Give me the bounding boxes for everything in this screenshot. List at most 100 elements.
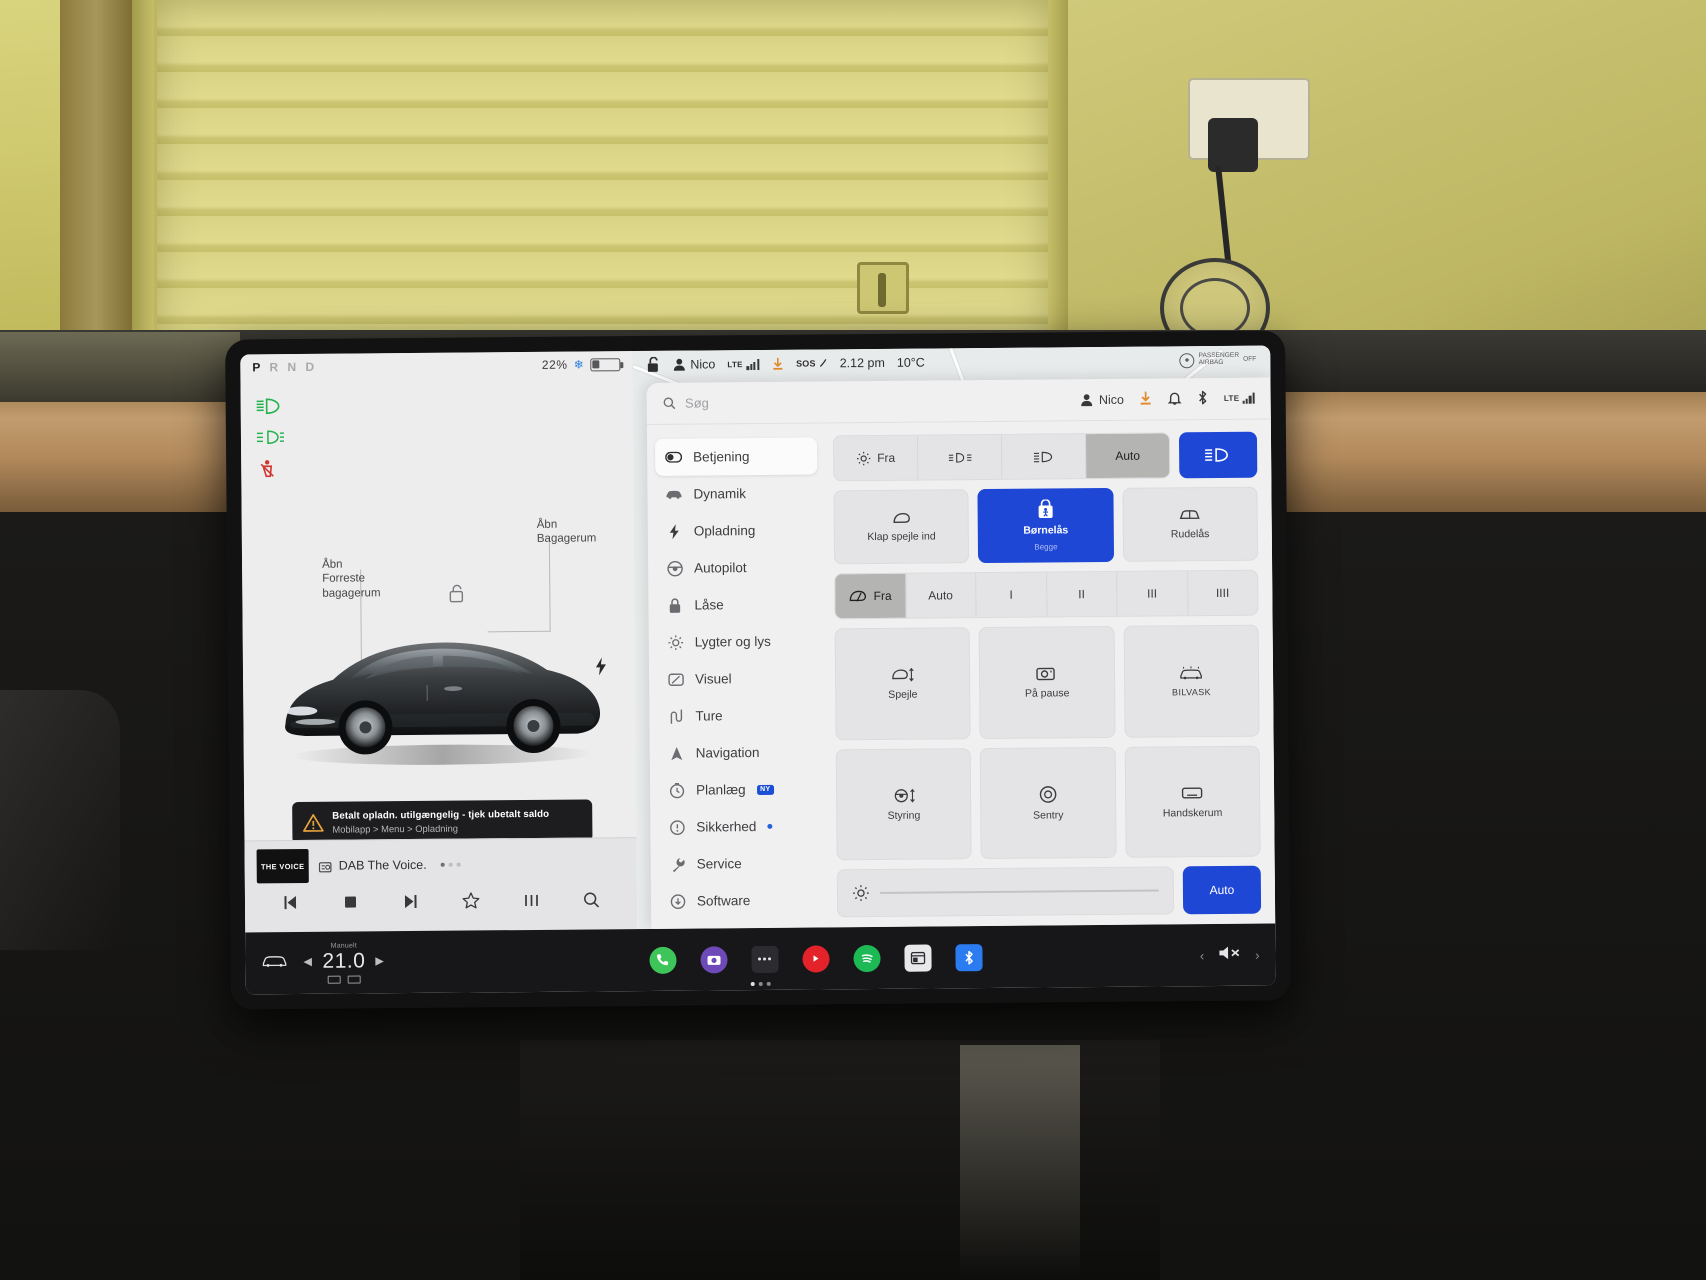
sidebar-item-label: Navigation (695, 744, 760, 761)
camera-app[interactable] (699, 945, 728, 974)
stop-icon[interactable] (341, 892, 360, 916)
light-auto-button[interactable]: Auto (1085, 433, 1170, 479)
temp-increase-icon[interactable]: ▶ (375, 954, 384, 967)
glovebox-button[interactable]: Handskerum (1124, 745, 1261, 858)
frunk-callout[interactable]: Åbn Forreste bagagerum (322, 557, 381, 601)
bluetooth-icon[interactable] (1197, 390, 1209, 408)
brightness-track[interactable] (879, 889, 1159, 894)
fold-mirrors-label: Klap spejle ind (867, 530, 936, 544)
profile-indicator[interactable]: Nico (672, 357, 716, 372)
wiper-speed-4-button[interactable]: IIII (1188, 571, 1258, 616)
wiper-speed-2-label: II (1078, 587, 1085, 602)
exclamation-circle-icon (668, 819, 685, 836)
sidebar-item-ture[interactable]: Ture (657, 696, 819, 734)
media-track-title-wrap[interactable]: DAB The Voice. (318, 858, 427, 873)
sidebar-item-software[interactable]: Software (659, 881, 821, 919)
wiper-speed-1-button[interactable]: I (976, 572, 1048, 618)
brightness-auto-button[interactable]: Auto (1182, 865, 1262, 915)
search-icon[interactable] (581, 890, 600, 914)
profile-name: Nico (690, 357, 716, 372)
wrench-icon (669, 856, 686, 873)
sidebar-item-sikkerhed[interactable]: Sikkerhed (658, 807, 820, 845)
sidebar-item-visuel[interactable]: Visuel (657, 659, 819, 697)
download-arrow-icon[interactable] (1139, 390, 1153, 408)
tesla-touchscreen[interactable]: P R N D 22% ❄ Åbn Forreste bagagerum Åbn… (240, 345, 1276, 995)
sos-button[interactable]: SOS (796, 358, 828, 369)
prev-track-icon[interactable] (281, 893, 300, 917)
settings-panel: Nico (646, 377, 1276, 929)
phone-app[interactable] (648, 946, 677, 974)
fold-mirrors-button[interactable]: Klap spejle ind (833, 489, 970, 565)
sidebar-item-opladning[interactable]: Opladning (656, 511, 818, 549)
sidebar-item-label: Ture (695, 708, 723, 724)
browser-app[interactable] (903, 944, 932, 972)
volume-prev-chevron[interactable]: ‹ (1200, 948, 1204, 963)
more-apps[interactable] (750, 945, 779, 973)
favorite-star-icon[interactable] (461, 890, 481, 915)
dashcam-pause-button[interactable]: På pause (978, 625, 1116, 739)
album-art: THE VOICE (256, 848, 309, 884)
signal-bars-icon (746, 358, 760, 370)
window-lock-icon (1180, 510, 1201, 520)
mirrors-adjust-button[interactable]: Spejle (834, 627, 971, 740)
trunk-callout[interactable]: Åbn Bagagerum (537, 517, 597, 546)
dots-icon (758, 957, 772, 961)
settings-nav[interactable]: Betjening Dynamik Opladning Autopilot Lå… (647, 423, 829, 929)
dock-page-dots[interactable] (750, 981, 771, 987)
wiper-auto-button[interactable]: Auto (905, 573, 977, 618)
mute-icon[interactable] (1217, 943, 1242, 966)
high-beam-icon (1205, 448, 1228, 462)
car-wash-mode-button[interactable]: BILVASK (1123, 624, 1260, 738)
settings-profile[interactable]: Nico (1080, 392, 1124, 407)
sentry-mode-button[interactable]: Sentry (980, 746, 1117, 860)
download-arrow-icon[interactable] (771, 357, 784, 371)
trunk-callout-line2: Bagagerum (536, 532, 597, 546)
clock[interactable]: 2.12 pm (840, 356, 885, 370)
park-lights-button[interactable] (917, 434, 1003, 480)
climate-control[interactable]: Manuelt ◀ 21.0 ▶ (303, 942, 384, 984)
seat-icon[interactable] (327, 975, 341, 984)
sidebar-item-navigation[interactable]: Navigation (658, 733, 820, 771)
light-off-button[interactable]: Fra (833, 435, 919, 481)
wiper-speed-3-button[interactable]: III (1117, 571, 1189, 616)
wiper-segment[interactable]: Fra Auto I II III IIII (834, 569, 1259, 620)
next-track-icon[interactable] (401, 891, 420, 915)
display-icon (667, 671, 684, 688)
search-input[interactable] (684, 394, 863, 411)
car-model-3-image[interactable] (277, 615, 608, 768)
brightness-icon (853, 885, 869, 901)
high-beam-button[interactable] (1178, 431, 1258, 479)
sidebar-item-planlaeg[interactable]: Planlæg NY (658, 770, 820, 808)
search-field-wrap[interactable] (663, 394, 863, 411)
garage-door (148, 0, 1058, 345)
wiper-off-button[interactable]: Fra (835, 573, 907, 619)
equalizer-icon[interactable] (522, 890, 541, 914)
sidebar-item-laase[interactable]: Låse (656, 585, 818, 623)
wiper-speed-2-button[interactable]: II (1046, 571, 1118, 617)
window-lock-button[interactable]: Rudelås (1122, 486, 1259, 562)
spotify-app[interactable] (852, 944, 881, 972)
bell-icon[interactable] (1168, 390, 1182, 408)
network-indicator: LTE (727, 358, 760, 370)
controls-content: Fra Auto Klap spejle ind Børnelås Begge … (825, 420, 1275, 928)
sidebar-item-service[interactable]: Service (659, 844, 821, 882)
car-front-icon[interactable] (261, 952, 287, 974)
sidebar-item-betjening[interactable]: Betjening (654, 437, 818, 476)
map-panel[interactable]: Nico LTE SOS 2.12 pm 10°C ● PASSENGER AI… (632, 345, 1276, 930)
bluetooth-app[interactable] (954, 943, 983, 971)
car-page-dots[interactable] (440, 862, 461, 867)
light-mode-segment[interactable]: Fra Auto (832, 432, 1171, 482)
child-lock-button[interactable]: Børnelås Begge (977, 487, 1114, 564)
sidebar-item-dynamik[interactable]: Dynamik (655, 474, 817, 512)
brightness-slider[interactable] (836, 866, 1175, 918)
steering-adjust-button[interactable]: Styring (835, 747, 972, 861)
sidebar-item-lygter-og-lys[interactable]: Lygter og lys (657, 622, 819, 660)
temp-decrease-icon[interactable]: ◀ (303, 955, 312, 968)
low-beam-button[interactable] (1001, 434, 1087, 479)
seat-icon[interactable] (347, 974, 361, 984)
sidebar-item-label: Visuel (695, 671, 732, 687)
youtube-app[interactable] (801, 944, 830, 973)
volume-next-chevron[interactable]: › (1255, 947, 1259, 962)
unlocked-padlock-icon[interactable] (646, 356, 660, 373)
sidebar-item-autopilot[interactable]: Autopilot (656, 548, 818, 586)
